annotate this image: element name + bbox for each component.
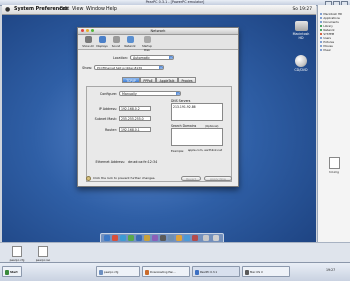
apply-now-button[interactable]: Apply Now xyxy=(204,176,232,181)
pearpc-icon xyxy=(194,270,199,275)
ichat-icon[interactable] xyxy=(120,235,126,241)
popup-arrow-icon: ▾ xyxy=(169,56,173,60)
show-label: Show: xyxy=(82,66,92,70)
trash-icon[interactable] xyxy=(213,235,219,241)
taskbar-item[interactable]: Downloading Pan... xyxy=(142,266,190,277)
router-label: Router: xyxy=(105,128,117,132)
dock xyxy=(100,233,224,242)
taskbar-item-active[interactable]: PearPC 0.3.1 xyxy=(192,266,240,277)
popup-arrow-icon: ▾ xyxy=(159,66,163,70)
router-field[interactable]: 192.168.0.1 xyxy=(119,127,151,132)
network-preferences-window: Network Show All Displays Sound Network … xyxy=(77,27,239,187)
file-icon xyxy=(328,157,340,169)
toolbar-network[interactable]: Network xyxy=(124,36,136,48)
host-desktop-strip: pearpc.cfg pearpc.iso xyxy=(0,242,350,263)
ip-address-field[interactable]: 192.168.0.2 xyxy=(119,106,151,111)
download-icon xyxy=(144,270,149,275)
zoom-dot-icon[interactable] xyxy=(91,29,95,33)
file-icon xyxy=(12,246,22,257)
displays-icon xyxy=(98,36,106,43)
menu-help[interactable]: Help xyxy=(106,5,117,14)
dns-servers-field[interactable]: 213.191.92.86 xyxy=(171,103,223,121)
menu-clock[interactable]: So 19:27 xyxy=(292,5,312,14)
document-icon xyxy=(98,270,103,275)
side-file-item[interactable]: hd.img xyxy=(321,157,347,174)
toolbar-sound[interactable]: Sound xyxy=(110,36,122,48)
menu-edit[interactable]: Edit xyxy=(60,5,69,14)
ethernet-address-label: Ethernet Address: xyxy=(95,160,126,164)
taskbar-item[interactable]: Mac OS X xyxy=(242,266,290,277)
subnet-mask-label: Subnet Mask: xyxy=(94,117,117,121)
configure-popup[interactable]: Manually ▾ xyxy=(119,91,181,96)
iphoto-icon[interactable] xyxy=(152,235,158,241)
hard-drive-icon xyxy=(294,21,308,31)
location-popup[interactable]: Automatic ▾ xyxy=(130,55,174,60)
lock-icon[interactable] xyxy=(86,176,91,181)
sherlock-icon[interactable] xyxy=(192,235,198,241)
tab-proxies[interactable]: Proxies xyxy=(178,77,196,83)
itunes-icon[interactable] xyxy=(144,235,150,241)
startup-disk-icon xyxy=(143,36,151,43)
apple-menu-icon[interactable]: ● xyxy=(5,5,10,14)
lock-text: Click the lock to prevent further change… xyxy=(93,176,156,180)
emulator-screen[interactable]: ● System Preferences Edit View Window He… xyxy=(2,5,316,242)
file-icon xyxy=(38,246,48,257)
toolbar-displays[interactable]: Displays xyxy=(96,36,108,48)
revert-button[interactable]: Revert xyxy=(181,176,201,181)
host-side-panel: Macintosh HD Applications Documents Libr… xyxy=(317,5,350,242)
menu-view[interactable]: View xyxy=(72,5,83,14)
sound-icon xyxy=(112,36,120,43)
address-book-icon[interactable] xyxy=(128,235,134,241)
network-icon xyxy=(126,36,134,43)
taskbar-item[interactable]: pearpc.cfg xyxy=(96,266,140,277)
close-dot-icon[interactable] xyxy=(81,29,85,33)
popup-arrow-icon: ▾ xyxy=(176,92,180,96)
start-button[interactable]: Start xyxy=(2,266,22,277)
tab-appletalk[interactable]: AppleTalk xyxy=(156,77,178,83)
location-label: Location: xyxy=(112,56,128,60)
search-domains-field[interactable] xyxy=(171,128,223,146)
mac-icon xyxy=(244,270,249,275)
desktop-file[interactable]: pearpc.iso xyxy=(32,246,54,262)
window-title-bar: Network xyxy=(78,28,238,35)
tab-pppoe[interactable]: PPPoE xyxy=(140,77,156,83)
network-dock-icon[interactable] xyxy=(184,235,190,241)
example-label: Example: xyxy=(171,149,185,153)
example-text: apple.com, earthlink.net xyxy=(187,148,223,152)
side-item[interactable]: Music xyxy=(320,49,331,53)
desktop-icon-cd[interactable]: CD/DVD xyxy=(291,55,311,72)
desktop-file[interactable]: pearpc.cfg xyxy=(6,246,28,262)
tray-clock[interactable]: 19:27 xyxy=(326,268,335,272)
minimize-dot-icon[interactable] xyxy=(86,29,90,33)
show-popup[interactable]: PCI Ethernet Slot pci10ec,8139 ▾ xyxy=(94,65,164,70)
system-preferences-icon[interactable] xyxy=(168,235,174,241)
tab-tcpip[interactable]: TCP/IP xyxy=(122,77,140,83)
toolbar-startup-disk[interactable]: Startup Disk xyxy=(139,36,155,52)
ip-address-label: IP Address: xyxy=(98,107,117,111)
cd-icon xyxy=(295,55,307,67)
prefs-toolbar: Show All Displays Sound Network Startup … xyxy=(78,35,238,52)
mail-icon[interactable] xyxy=(112,235,118,241)
menu-window[interactable]: Window xyxy=(86,5,105,14)
quicktime-icon[interactable] xyxy=(160,235,166,241)
mac-menu-bar: ● System Preferences Edit View Window He… xyxy=(2,5,316,15)
show-all-icon xyxy=(84,36,92,43)
toolbar-show-all[interactable]: Show All xyxy=(82,36,94,48)
start-icon xyxy=(4,270,9,275)
ical-icon[interactable] xyxy=(176,235,182,241)
safari-icon[interactable] xyxy=(136,235,142,241)
finder-icon[interactable] xyxy=(104,235,110,241)
window-title: Network xyxy=(150,29,166,33)
host-taskbar: Start pearpc.cfg Downloading Pan... Pear… xyxy=(0,262,350,281)
ethernet-address-value: de:ad:ca:fe:12:34 xyxy=(128,160,158,164)
tcpip-panel: Configure: Manually ▾ IP Address: 192.168… xyxy=(86,86,232,182)
configure-label: Configure: xyxy=(99,92,117,96)
subnet-mask-field[interactable]: 255.255.255.0 xyxy=(119,116,151,121)
desktop-icon-macintosh-hd[interactable]: Macintosh HD xyxy=(291,21,311,40)
documents-icon[interactable] xyxy=(203,235,209,241)
